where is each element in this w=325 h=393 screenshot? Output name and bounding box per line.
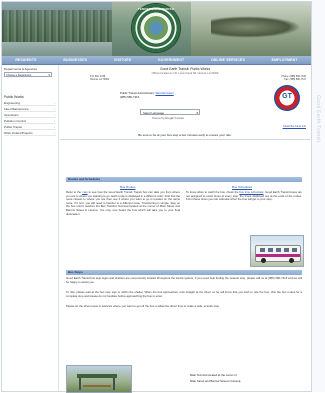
language-select-value: Select Language	[143, 111, 164, 115]
shelter-post	[79, 378, 81, 390]
routes-paragraph: Refer to the map to see how the Good Ear…	[66, 190, 180, 216]
chevron-right-icon: ›	[54, 112, 55, 117]
parish-seal-logo[interactable]: TERREBONNE PARISH	[132, 4, 180, 52]
side-strip: Good Earth Transit	[312, 0, 325, 392]
nav-visitors[interactable]: VISITORS	[114, 58, 131, 62]
sidebar-item-label: Engineering	[4, 100, 21, 105]
chevron-right-icon: ›	[54, 100, 55, 105]
seal-emblem	[144, 16, 168, 40]
sidebar-item-label: Work Orders/Projects	[4, 130, 33, 135]
bus-stops-paragraph-1: Good Earth Transit bus stop signs and sh…	[66, 276, 302, 284]
administrator-info: Public Transit Administrator: Wendell Vo…	[120, 91, 174, 99]
department-select-value: Choose a Department	[6, 74, 32, 77]
header-photo-alligator	[191, 2, 311, 56]
chevron-down-icon: ▾	[196, 111, 198, 115]
section-header-bus-stops: Bus Stops	[66, 270, 302, 275]
site-header: TERREBONNE PARISH	[2, 2, 311, 56]
chevron-down-icon: ▾	[48, 73, 50, 77]
section-header-routes: Routes and Schedules	[66, 177, 302, 182]
bus-stops-paragraph-2: To ride, please wait at the bus stop sig…	[66, 290, 302, 298]
chevron-right-icon: ›	[54, 118, 55, 123]
sidebar-item-work-orders[interactable]: Work Orders/Projects ›	[4, 130, 56, 136]
powered-by-label: Powered by	[152, 117, 165, 120]
logo-letters: GT	[282, 93, 292, 100]
nav-residents[interactable]: RESIDENTS	[15, 58, 36, 62]
bus-window	[284, 248, 289, 252]
chevron-right-icon: ›	[54, 124, 55, 129]
page-title-text: Good Earth Transit: Public Works	[159, 67, 211, 71]
fares-link[interactable]: Transit Bus Fares Info	[283, 125, 306, 128]
contact-numbers: Phone: (985) 580-7316 Fax: (985) 580-731…	[281, 75, 306, 81]
bus-window	[292, 248, 297, 252]
nav-employment[interactable]: EMPLOYMENT	[272, 58, 298, 62]
page-frame: TERREBONNE PARISH RESIDENTS BUSINESSES V…	[1, 1, 312, 393]
bus-stripe	[256, 254, 300, 257]
bus-routes-link[interactable]: Bus Routes	[120, 185, 136, 189]
header-photo-swamp	[2, 2, 112, 56]
header-water	[2, 42, 112, 56]
bus-stops-paragraph-3: Please let the driver know in advance wh…	[66, 304, 220, 308]
side-strip-text: Good Earth Transit	[315, 95, 321, 143]
bus-wheel	[289, 258, 294, 263]
main-nav: RESIDENTS BUSINESSES VISITORS GOVERNMENT…	[2, 56, 311, 65]
bus-image	[255, 245, 301, 263]
sidebar: Departments & Agencies Choose a Departme…	[2, 65, 59, 391]
sidebar-item-label: Public Transit	[4, 124, 23, 129]
language-select[interactable]: Select Language ▾	[140, 109, 200, 115]
bus-window	[260, 248, 265, 252]
admin-name-link[interactable]: Wendell Voisin	[155, 91, 173, 95]
rider-notice: Be sure to be at your bus stop a few min…	[138, 133, 232, 137]
sidebar-section-title: Public Works	[4, 95, 24, 99]
admin-phone: (985) 580-7316	[120, 95, 140, 99]
paragraph-text: to see how the Good Earth Transit Transi…	[66, 190, 180, 216]
nav-businesses[interactable]: BUSINESSES	[63, 58, 87, 62]
bus-schedules-link[interactable]: Bus Schedules	[232, 185, 252, 189]
sidebar-title: Departments & Agencies	[4, 67, 38, 71]
sidebar-item-label: Operations	[4, 112, 19, 117]
google-translate-credit: Powered by Google Translate	[152, 117, 184, 120]
alligator-image	[211, 16, 301, 38]
good-earth-transit-logo: GT	[274, 85, 300, 111]
bus-window	[268, 248, 273, 252]
fax-number: Fax: (985) 580-7317	[284, 78, 306, 82]
divider	[60, 139, 310, 140]
sidebar-item-label: Pollution Control	[4, 118, 27, 123]
nav-government[interactable]: GOVERNMENT	[158, 58, 184, 62]
chevron-right-icon: ›	[54, 130, 55, 135]
translate-label: Translate	[174, 117, 185, 120]
chevron-right-icon: ›	[54, 106, 55, 111]
page-title: Good Earth Transit: Public Works Offices…	[60, 67, 310, 75]
shelter-roof	[77, 374, 117, 378]
sidebar-item-label: Fleet Maintenance	[4, 106, 29, 111]
address-line: Houma, LA 70361	[90, 78, 110, 82]
transit-bus-photo	[250, 235, 304, 267]
schedules-paragraph: To know when to catch the bus, check the…	[186, 190, 302, 202]
header-trees	[2, 10, 112, 46]
shelter-bench	[83, 385, 111, 387]
shelter-post	[113, 378, 115, 390]
sidebar-list: Engineering › Fleet Maintenance › Operatio…	[4, 100, 56, 136]
nav-online-services[interactable]: ONLINE SERVICES	[211, 58, 245, 62]
terminal-caption-line-2: Main Street and Barrow Street in Houma.	[190, 379, 242, 383]
terminal-caption-line-1: Main Terminal located at the corner of	[190, 373, 237, 377]
department-select[interactable]: Choose a Department ▾	[4, 72, 52, 77]
mailing-address: P.O. Box 2768 Houma, LA 70361	[90, 75, 109, 81]
bus-terminal-photo	[66, 365, 132, 393]
parish-seal-text: TERREBONNE PARISH	[137, 7, 175, 11]
bus-wheel	[261, 258, 266, 263]
bus-window	[276, 248, 281, 252]
main-content: Good Earth Transit: Public Works Offices…	[60, 65, 310, 393]
